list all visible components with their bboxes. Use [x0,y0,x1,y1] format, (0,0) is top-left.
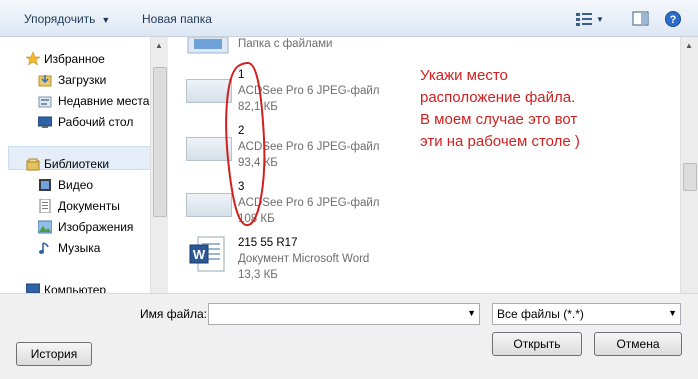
svg-text:▼: ▼ [596,15,604,24]
nav-item-label: Недавние места [58,94,150,108]
computer-icon [26,283,40,293]
pictures-icon [38,220,52,234]
red-highlight-oval [225,61,266,226]
documents-icon [39,199,51,213]
file-name: Папка с файлами [238,38,333,50]
nav-item-label: Компьютер [44,283,107,293]
file-type-filter[interactable]: Все файлы (*.*) ▼ [492,303,681,325]
nav-item-label: Рабочий стол [58,115,134,129]
annotation-line: расположение файла. [420,89,576,106]
file-list: Папка с файлами 1 ACDSee Pro 6 JPEG-файл… [168,37,680,293]
file-list-scrollbar-thumb[interactable] [683,163,697,191]
history-button[interactable]: История [16,342,92,366]
svg-text:?: ? [670,14,677,26]
music-icon [39,242,49,254]
file-size: 13,3 КБ [238,269,278,281]
file-type-filter-value: Все файлы (*.*) [497,307,584,321]
annotation-line: В моем случае это вот [420,111,578,128]
libraries-icon [26,158,40,171]
video-icon [39,179,51,191]
view-icon[interactable]: ▼ [574,10,604,28]
desktop-icon [38,116,52,128]
open-button-label: Открыть [513,337,561,351]
navigation-scrollbar[interactable]: ▲ [150,37,168,293]
navigation-pane: Избранное Загрузки Недавние места Рабочи… [0,37,150,293]
nav-item-label: Видео [58,178,94,192]
open-button[interactable]: Открыть [492,332,582,356]
svg-text:W: W [193,247,206,262]
navigation-scrollbar-thumb[interactable] [153,67,167,217]
command-bar: Упорядочить ▼ Новая папка ▼ ? [0,0,698,37]
annotation-line: Укажи место [420,67,508,84]
chevron-down-icon[interactable]: ▼ [467,308,476,318]
cancel-button[interactable]: Отмена [594,332,682,356]
organize-label: Упорядочить [24,12,96,26]
help-icon[interactable]: ? [664,10,682,28]
cancel-button-label: Отмена [616,337,660,351]
recent-places-icon [38,96,52,108]
organize-button[interactable]: Упорядочить ▼ [24,9,110,29]
nav-item-label: Изображения [58,220,134,234]
file-list-scrollbar[interactable]: ▲ [680,37,698,293]
annotation-line: эти на рабочем столе ) [420,133,580,150]
nav-item-label: Документы [58,199,120,213]
file-type: Документ Microsoft Word [238,253,370,265]
word-document-icon: W [189,236,225,272]
nav-item-label: Музыка [58,241,101,255]
new-folder-label: Новая папка [142,12,212,26]
chevron-down-icon: ▼ [101,15,111,25]
downloads-icon [38,75,52,87]
annotation-note: Укажи место расположение файла. В моем с… [420,65,680,153]
chevron-down-icon[interactable]: ▼ [668,308,677,318]
new-folder-button[interactable]: Новая папка [142,9,212,29]
folder-icon [187,37,229,54]
scroll-up-icon[interactable]: ▲ [685,41,693,50]
nav-item-label: Библиотеки [44,157,110,171]
history-button-label: История [30,347,78,361]
preview-pane-icon[interactable] [632,10,650,28]
filename-input[interactable]: ▼ [208,303,480,325]
star-icon [26,52,40,66]
nav-item-label: Избранное [44,52,105,66]
filename-label: Имя файла: [140,307,207,321]
file-name: 215 55 R17 [238,237,298,249]
scroll-up-icon[interactable]: ▲ [155,41,163,50]
nav-item-label: Загрузки [58,73,107,87]
